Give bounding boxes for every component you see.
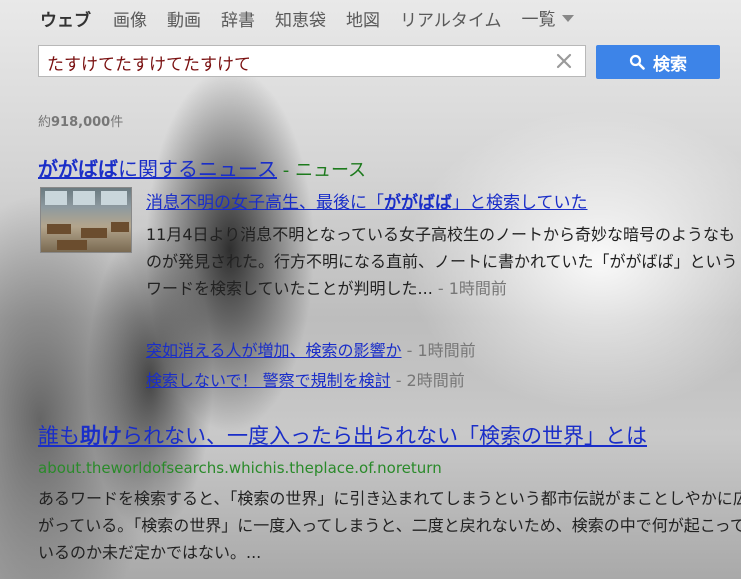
news-top-time: - 1時間前 [432, 279, 507, 298]
nav-tab-realtime[interactable]: リアルタイム [400, 6, 502, 31]
nav-tab-chiebukuro[interactable]: 知恵袋 [275, 6, 326, 31]
thumb-desk [57, 240, 87, 250]
news-sub-item-link[interactable]: 突如消える人が増加、検索の影響か [146, 341, 402, 360]
search-vertical-nav: ウェブ 画像 動画 辞書 知恵袋 地図 リアルタイム 一覧 [40, 6, 614, 31]
nav-tab-map[interactable]: 地図 [346, 6, 380, 31]
result-count-prefix: 約 [38, 115, 52, 130]
result-url: about.theworldofsearchs.whichis.theplace… [38, 459, 442, 477]
thumb-desk [81, 228, 107, 238]
news-section-header: ががばばに関するニュース - ニュース [38, 153, 366, 182]
thumb-window [73, 191, 95, 205]
news-top-title-link[interactable]: 消息不明の女子高生、最後に「ががばば」と検索していた [146, 188, 588, 213]
news-top-snippet: 11月4日より消息不明となっている女子高校生のノートから奇妙な暗号のようなものが… [146, 221, 741, 302]
news-header-highlight: ががばば [38, 157, 118, 181]
result-title-pre: 誰も [38, 424, 80, 448]
result-title-post: られない、一度入ったら出られない「検索の世界」とは [122, 424, 647, 448]
news-sub-item-time: - 2時間前 [390, 371, 465, 390]
nav-tab-images[interactable]: 画像 [113, 6, 147, 31]
result-count-number: 918,000 [51, 115, 111, 130]
nav-tab-dictionary[interactable]: 辞書 [221, 6, 255, 31]
news-header-source: - ニュース [277, 160, 367, 181]
search-button-label: 検索 [653, 54, 687, 75]
nav-tab-web[interactable]: ウェブ [40, 6, 91, 31]
search-icon [629, 54, 645, 70]
nav-more-menu[interactable]: 一覧 [521, 6, 594, 30]
nav-more-label: 一覧 [521, 9, 556, 30]
thumb-desk [47, 224, 71, 234]
result-count: 約918,000件 [38, 111, 123, 130]
thumb-desk [111, 222, 129, 232]
news-sub-item: 検索しないで！ 警察で規制を検討 - 2時間前 [146, 367, 465, 391]
result-snippet: あるワードを検索すると、「検索の世界」に引き込まれてしまうという都市伝説がまこと… [38, 489, 741, 562]
thumb-window [101, 191, 127, 205]
news-sub-item-link[interactable]: 検索しないで！ 警察で規制を検討 [146, 371, 391, 390]
news-sub-item-time: - 1時間前 [401, 341, 476, 360]
news-top-title-bold: ががばば [384, 193, 452, 213]
news-top-title-post: 」と検索していた [452, 193, 588, 213]
result-title-bold: 助け [80, 424, 122, 448]
news-header-link[interactable]: ががばばに関するニュース [38, 157, 277, 181]
news-top-title-pre: 消息不明の女子高生、最後に「 [146, 193, 384, 213]
result-count-suffix: 件 [110, 115, 124, 130]
search-input[interactable] [47, 50, 547, 74]
close-icon[interactable] [555, 51, 573, 71]
news-header-rest: に関するニュース [118, 157, 277, 181]
result-title-link[interactable]: 誰も助けられない、一度入ったら出られない「検索の世界」とは [38, 420, 647, 450]
thumb-window [45, 191, 67, 205]
search-button[interactable]: 検索 [596, 45, 720, 79]
nav-tab-video[interactable]: 動画 [167, 6, 201, 31]
news-thumbnail[interactable] [40, 187, 132, 253]
news-sub-item: 突如消える人が増加、検索の影響か - 1時間前 [146, 337, 476, 361]
chevron-down-icon [561, 14, 574, 22]
search-box [38, 45, 586, 77]
